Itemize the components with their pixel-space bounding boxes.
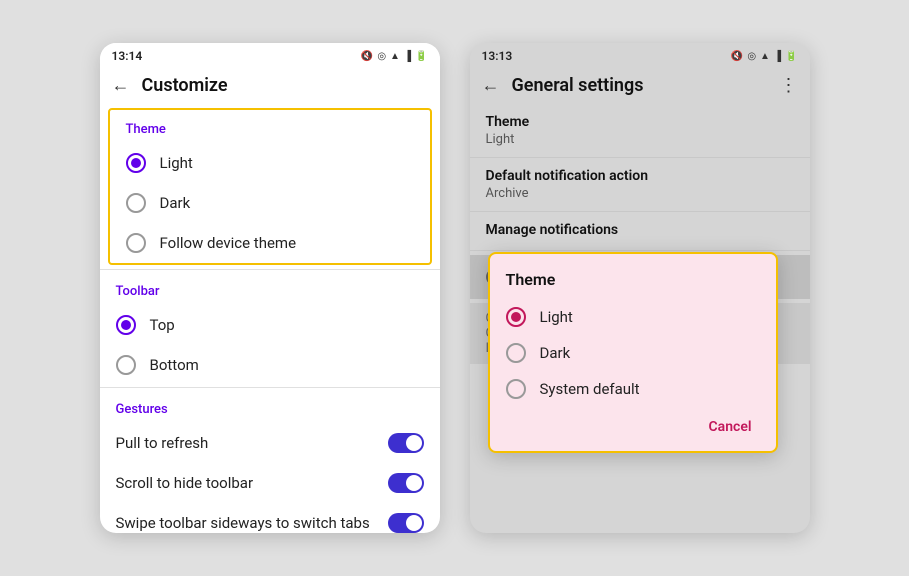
toolbar-bottom-option[interactable]: Bottom — [100, 345, 440, 385]
toolbar-section-label: Toolbar — [100, 272, 440, 305]
theme-light-option[interactable]: Light — [110, 143, 430, 183]
toolbar-bottom-radio[interactable] — [116, 355, 136, 375]
dialog-light-option[interactable]: Light — [490, 299, 776, 335]
right-back-button[interactable]: ← — [482, 75, 500, 96]
right-status-bar: 13:13 🔇 ◎ ▲ ▐ 🔋 — [470, 43, 810, 67]
gestures-section-label: Gestures — [100, 390, 440, 423]
scroll-hide-option[interactable]: Scroll to hide toolbar — [100, 463, 440, 503]
dialog-actions: Cancel — [490, 407, 776, 443]
dialog-system-option[interactable]: System default — [490, 371, 776, 407]
pull-refresh-label: Pull to refresh — [116, 434, 209, 452]
toolbar-bottom-label: Bottom — [150, 356, 199, 374]
swipe-toolbar-label: Swipe toolbar sideways to switch tabs — [116, 514, 370, 532]
theme-light-label: Light — [160, 154, 193, 172]
more-options-icon[interactable]: ⋮ — [780, 75, 798, 96]
dialog-title: Theme — [490, 270, 776, 299]
notification-action-value: Archive — [486, 186, 794, 201]
swipe-toolbar-toggle[interactable] — [388, 513, 424, 533]
swipe-toolbar-thumb — [406, 515, 422, 531]
theme-section-label: Theme — [110, 110, 430, 143]
theme-light-radio[interactable] — [126, 153, 146, 173]
theme-dark-option[interactable]: Dark — [110, 183, 430, 223]
toolbar-top-radio-inner — [121, 320, 131, 330]
pull-refresh-option[interactable]: Pull to refresh — [100, 423, 440, 463]
battery-icon: 🔋 — [415, 51, 427, 62]
right-page-title: General settings — [512, 75, 780, 96]
toolbar-top-label: Top — [150, 316, 175, 334]
left-status-icons: 🔇 ◎ ▲ ▐ 🔋 — [361, 51, 428, 62]
r-circle-icon: ◎ — [747, 51, 756, 62]
left-phone: 13:14 🔇 ◎ ▲ ▐ 🔋 ← Customize Theme Light — [100, 43, 440, 533]
right-status-time: 13:13 — [482, 49, 513, 63]
toolbar-top-radio[interactable] — [116, 315, 136, 335]
notification-action-item[interactable]: Default notification action Archive — [470, 158, 810, 212]
theme-follow-radio[interactable] — [126, 233, 146, 253]
pull-refresh-thumb — [406, 435, 422, 451]
theme-settings-title: Theme — [486, 114, 794, 130]
dialog-dark-radio[interactable] — [506, 343, 526, 363]
wifi-icon: ▲ — [390, 51, 400, 62]
dialog-system-label: System default — [540, 380, 640, 398]
divider-2 — [100, 387, 440, 388]
dialog-light-label: Light — [540, 308, 573, 326]
divider-1 — [100, 269, 440, 270]
scroll-hide-label: Scroll to hide toolbar — [116, 474, 254, 492]
pull-refresh-toggle[interactable] — [388, 433, 424, 453]
theme-dark-radio[interactable] — [126, 193, 146, 213]
notification-action-title: Default notification action — [486, 168, 794, 184]
theme-dark-label: Dark — [160, 194, 191, 212]
manage-notifications-item[interactable]: Manage notifications — [470, 212, 810, 251]
scroll-hide-thumb — [406, 475, 422, 491]
volume-off-icon: 🔇 — [361, 51, 373, 62]
back-button[interactable]: ← — [112, 75, 130, 96]
circle-icon: ◎ — [377, 51, 386, 62]
theme-highlight-box: Theme Light Dark Follow device theme — [108, 108, 432, 265]
r-signal-icon: ▐ — [774, 51, 781, 62]
dialog-light-inner — [511, 312, 521, 322]
toolbar-top-option[interactable]: Top — [100, 305, 440, 345]
phones-container: 13:14 🔇 ◎ ▲ ▐ 🔋 ← Customize Theme Light — [100, 43, 810, 533]
dialog-dark-label: Dark — [540, 344, 571, 362]
r-battery-icon: 🔋 — [785, 51, 797, 62]
theme-dialog: Theme Light Dark System default Cancel — [488, 252, 778, 453]
theme-light-radio-inner — [131, 158, 141, 168]
right-phone: 13:13 🔇 ◎ ▲ ▐ 🔋 ← General settings ⋮ The… — [470, 43, 810, 533]
theme-follow-label: Follow device theme — [160, 234, 297, 252]
signal-icon: ▐ — [404, 51, 411, 62]
r-volume-off-icon: 🔇 — [731, 51, 743, 62]
dialog-dark-option[interactable]: Dark — [490, 335, 776, 371]
r-wifi-icon: ▲ — [760, 51, 770, 62]
swipe-toolbar-option[interactable]: Swipe toolbar sideways to switch tabs — [100, 503, 440, 533]
theme-settings-item[interactable]: Theme Light — [470, 104, 810, 158]
right-status-icons: 🔇 ◎ ▲ ▐ 🔋 — [731, 51, 798, 62]
manage-notifications-title: Manage notifications — [486, 222, 794, 238]
left-status-bar: 13:14 🔇 ◎ ▲ ▐ 🔋 — [100, 43, 440, 67]
dialog-system-radio[interactable] — [506, 379, 526, 399]
cancel-button[interactable]: Cancel — [701, 415, 760, 439]
left-status-time: 13:14 — [112, 49, 143, 63]
dialog-light-radio[interactable] — [506, 307, 526, 327]
right-top-bar: ← General settings ⋮ — [470, 67, 810, 104]
left-top-bar: ← Customize — [100, 67, 440, 104]
scroll-hide-toggle[interactable] — [388, 473, 424, 493]
theme-follow-option[interactable]: Follow device theme — [110, 223, 430, 263]
left-page-title: Customize — [142, 75, 428, 96]
theme-settings-value: Light — [486, 132, 794, 147]
